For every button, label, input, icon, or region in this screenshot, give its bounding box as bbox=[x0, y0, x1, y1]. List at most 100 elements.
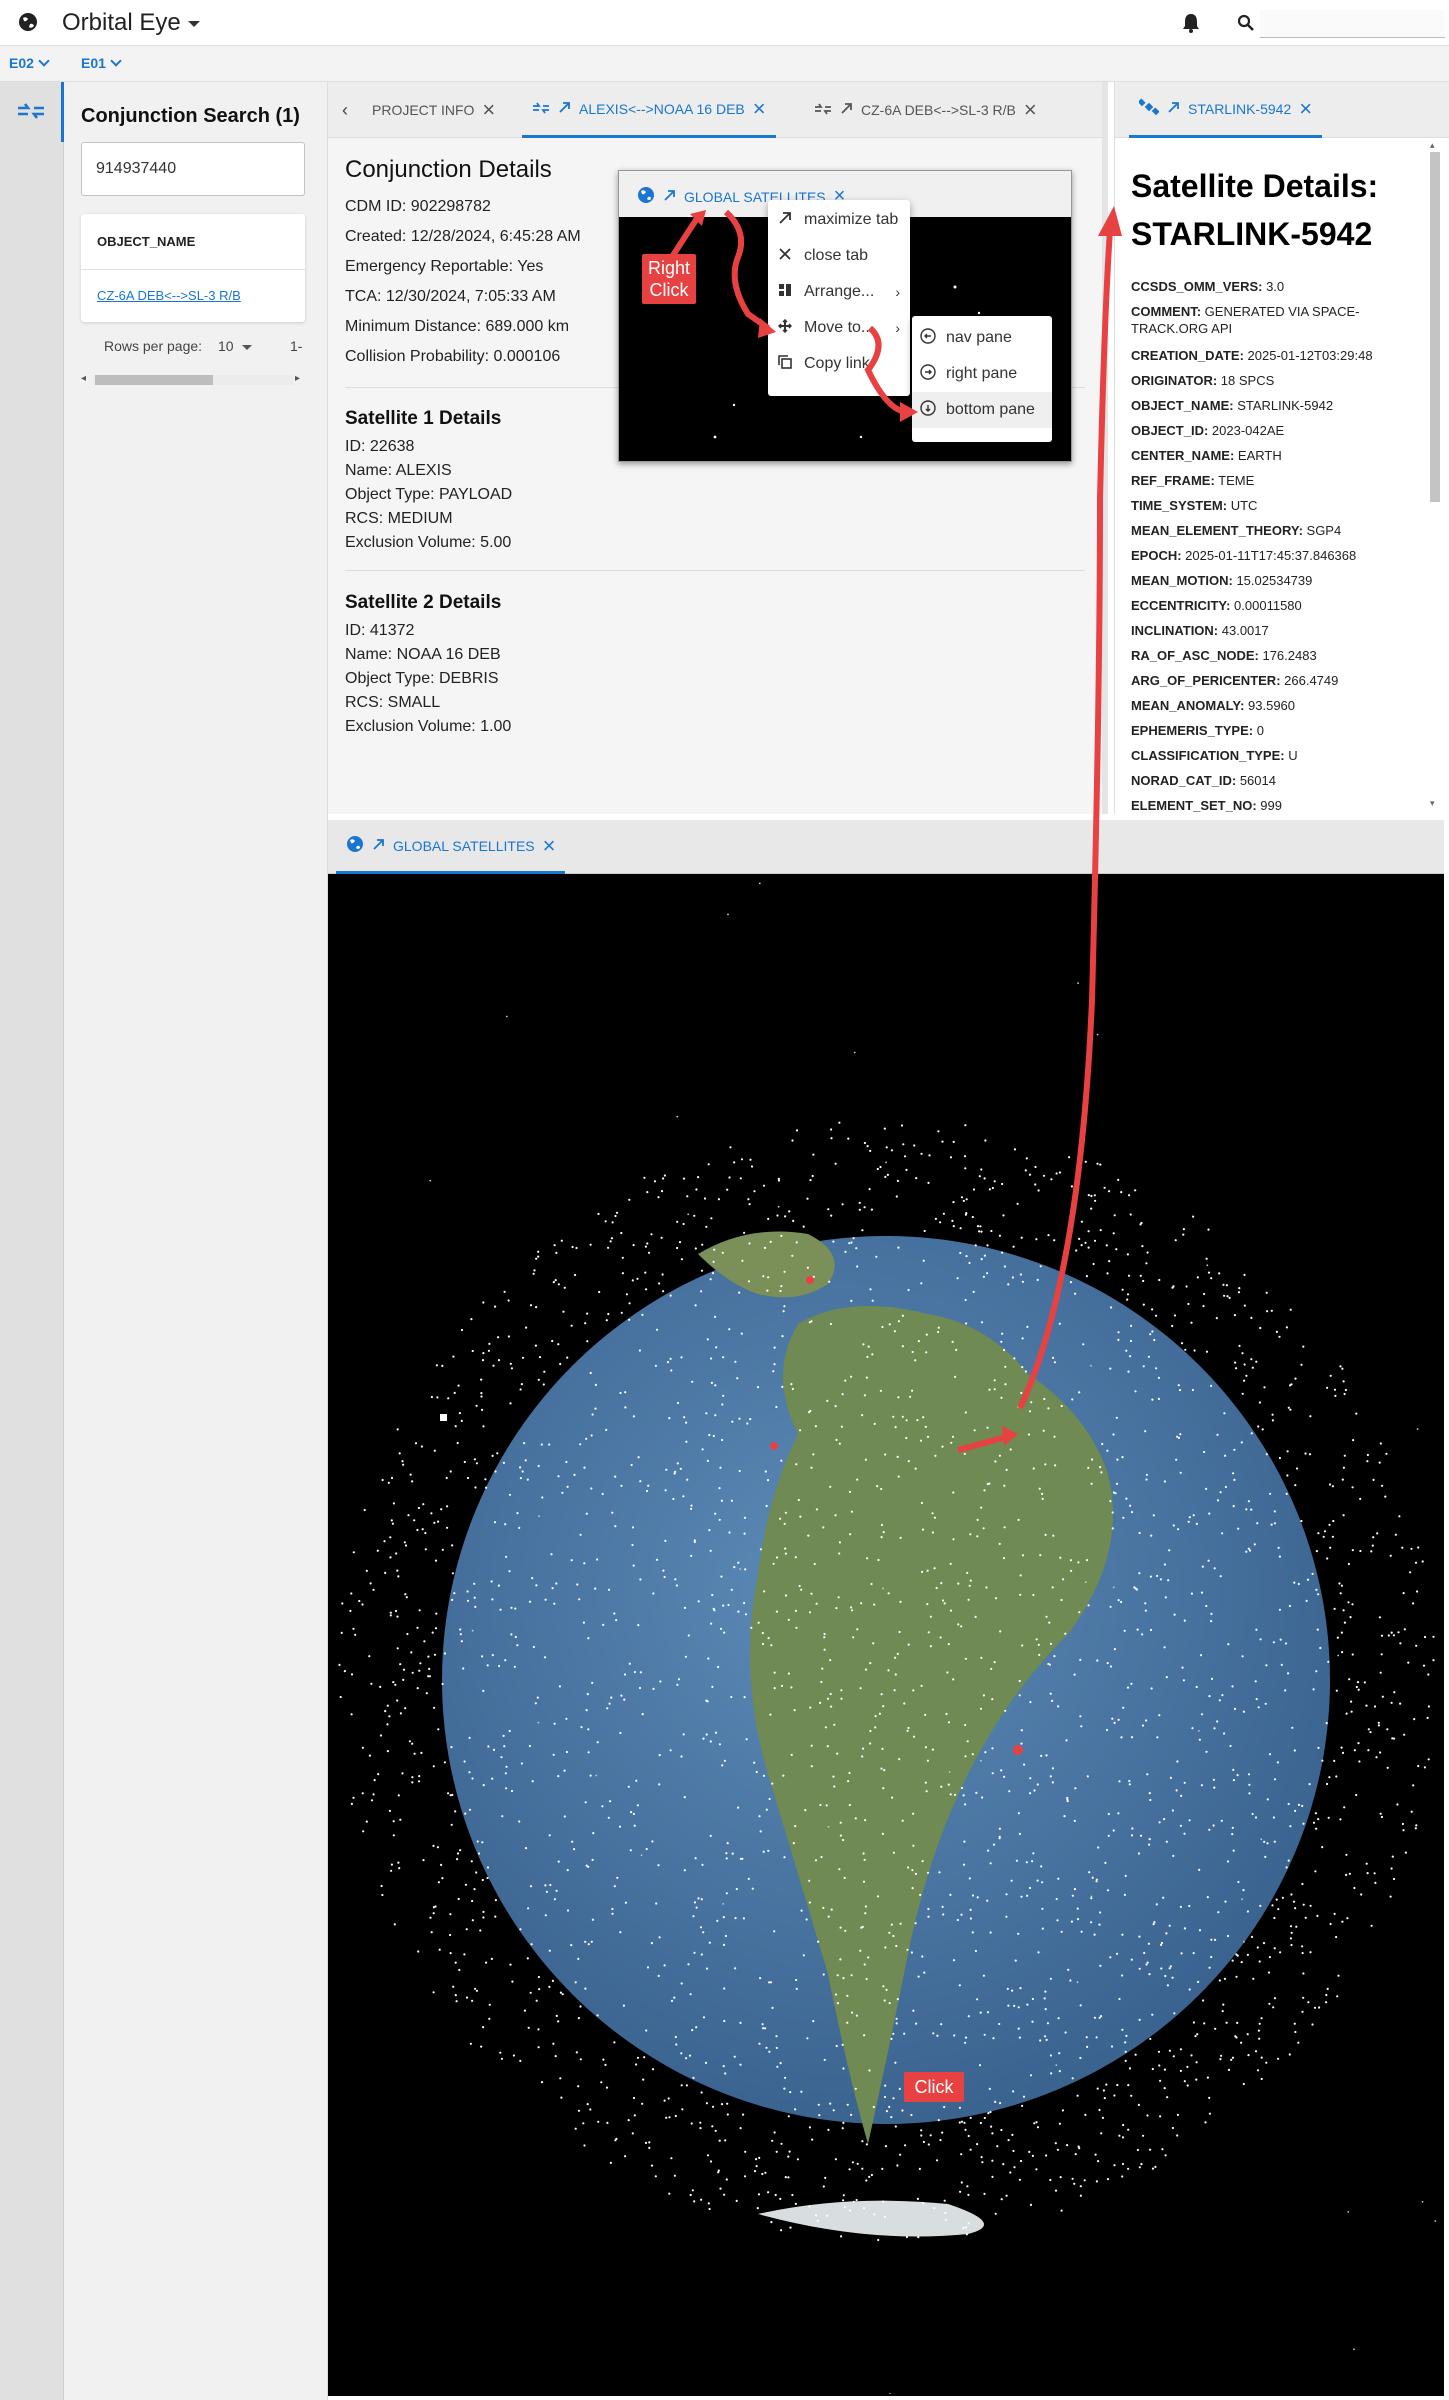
satellite-point bbox=[1410, 1810, 1413, 1813]
scroll-down-icon[interactable]: ▾ bbox=[1430, 798, 1435, 809]
satellite-point bbox=[1351, 1603, 1354, 1606]
satellite-point bbox=[896, 1455, 899, 1458]
satellite-point bbox=[1180, 1794, 1183, 1797]
satellite-point bbox=[887, 1669, 890, 1672]
submenu-item-nav-pane[interactable]: nav pane bbox=[912, 320, 1052, 356]
satellite-point bbox=[939, 1636, 942, 1639]
satellite-point bbox=[911, 1389, 914, 1392]
satellite-point bbox=[628, 1662, 631, 1665]
satellite-point bbox=[901, 1345, 905, 1348]
globe-canvas[interactable] bbox=[328, 874, 1444, 2394]
menu-item-copy-link[interactable]: Copy link bbox=[768, 346, 910, 382]
satellite-point bbox=[676, 1683, 679, 1686]
satellite-point bbox=[1287, 1802, 1290, 1806]
menu-item-close-tab[interactable]: close tab bbox=[768, 238, 910, 274]
close-icon[interactable]: × bbox=[1024, 99, 1037, 121]
menu-item-move-to[interactable]: Move to... › bbox=[768, 310, 910, 346]
app-title[interactable]: Orbital Eye bbox=[62, 9, 181, 37]
satellite-point bbox=[888, 1931, 891, 1934]
rows-per-page-select[interactable]: 10 bbox=[218, 338, 234, 354]
table-header-object-name[interactable]: OBJECT_NAME bbox=[81, 214, 305, 270]
satellite-point bbox=[1171, 1286, 1174, 1289]
tab-cz6a-sl3[interactable]: CZ-6A DEB<-->SL-3 R/B × bbox=[804, 82, 1047, 138]
vertical-scrollbar[interactable]: ▴ ▾ bbox=[1425, 140, 1445, 812]
satellite-point bbox=[695, 1188, 698, 1191]
satellite-point bbox=[980, 1759, 982, 1762]
scroll-up-icon[interactable]: ▴ bbox=[1430, 140, 1435, 151]
satellite-point bbox=[1421, 1560, 1424, 1563]
satellite-point bbox=[1153, 1338, 1156, 1342]
conjunction-icon[interactable] bbox=[16, 102, 46, 125]
satellite-point bbox=[784, 2076, 787, 2079]
external-link-icon[interactable] bbox=[840, 102, 853, 118]
satellite-point bbox=[1147, 1942, 1150, 1945]
satellite-point bbox=[733, 1566, 736, 1569]
scroll-thumb[interactable] bbox=[95, 375, 213, 385]
satellite-point bbox=[691, 1380, 694, 1383]
satellite-point bbox=[794, 1556, 797, 1559]
menu-item-arrange[interactable]: Arrange... › bbox=[768, 274, 910, 310]
bell-icon[interactable] bbox=[1181, 12, 1201, 39]
external-link-icon[interactable] bbox=[1167, 101, 1180, 117]
satellite-point bbox=[680, 1258, 683, 1261]
satellite-point bbox=[773, 1930, 776, 1933]
satellite-point bbox=[1343, 1806, 1346, 1809]
external-link-icon[interactable] bbox=[663, 189, 676, 205]
globe-icon[interactable] bbox=[18, 12, 38, 37]
close-icon[interactable]: × bbox=[1299, 97, 1312, 120]
satellite-point bbox=[1138, 1572, 1141, 1575]
env-selector-e01[interactable]: E01 bbox=[81, 55, 122, 71]
close-icon[interactable]: × bbox=[482, 99, 495, 121]
external-link-icon[interactable] bbox=[558, 101, 571, 117]
tab-starlink-5942[interactable]: STARLINK-5942 × bbox=[1129, 82, 1323, 138]
satellite-point bbox=[545, 1890, 548, 1893]
satellite-point bbox=[987, 2112, 990, 2115]
satellite-point bbox=[1043, 2035, 1047, 2038]
selected-satellite-starlink[interactable] bbox=[1013, 1745, 1023, 1755]
highlighted-satellite[interactable] bbox=[806, 1276, 814, 1284]
horizontal-scrollbar[interactable]: ◂ ▸ bbox=[81, 372, 305, 386]
close-icon[interactable]: × bbox=[753, 97, 766, 120]
satellite-point bbox=[939, 2139, 942, 2142]
external-link-icon[interactable] bbox=[372, 838, 385, 854]
satellite-point bbox=[557, 1343, 560, 1346]
satellite-point bbox=[537, 2028, 540, 2031]
search-icon[interactable] bbox=[1237, 14, 1255, 37]
satellite-point bbox=[814, 1425, 817, 1428]
satellite-point bbox=[582, 2122, 585, 2125]
satellite-point bbox=[680, 1755, 683, 1758]
tabs-scroll-left-icon[interactable]: ‹ bbox=[342, 100, 348, 121]
global-search-input[interactable] bbox=[1260, 10, 1445, 38]
submenu-item-bottom-pane[interactable]: bottom pane bbox=[912, 392, 1052, 428]
scroll-right-icon[interactable]: ▸ bbox=[295, 373, 300, 384]
rows-per-page-caret-icon[interactable] bbox=[242, 345, 252, 350]
satellite-point bbox=[730, 1588, 733, 1591]
satellite-point bbox=[838, 1868, 841, 1871]
conjunction-search-input[interactable] bbox=[81, 142, 305, 196]
env-selector-e02[interactable]: E02 bbox=[9, 55, 50, 71]
satellite-point bbox=[964, 1124, 967, 1127]
satellite-marker[interactable] bbox=[440, 1414, 447, 1421]
satellite-point bbox=[1055, 1897, 1058, 1901]
table-row-link[interactable]: CZ-6A DEB<-->SL-3 R/B bbox=[97, 288, 241, 303]
satellite-point bbox=[1325, 1782, 1329, 1786]
satellite-point bbox=[921, 1955, 924, 1958]
satellite-point bbox=[705, 1412, 708, 1415]
scroll-left-icon[interactable]: ◂ bbox=[81, 373, 86, 384]
tab-global-satellites[interactable]: GLOBAL SATELLITES × bbox=[336, 820, 566, 874]
satellite-point bbox=[1371, 1544, 1374, 1547]
close-icon[interactable]: × bbox=[543, 834, 556, 857]
tab-alexis-noaa[interactable]: ALEXIS<-->NOAA 16 DEB × bbox=[522, 82, 776, 138]
submenu-item-right-pane[interactable]: right pane bbox=[912, 356, 1052, 392]
satellite-point bbox=[365, 1569, 368, 1572]
satellite-point bbox=[1389, 1554, 1392, 1557]
app-menu-caret-icon[interactable] bbox=[188, 21, 200, 27]
satellite-point bbox=[1190, 1592, 1193, 1595]
scroll-thumb[interactable] bbox=[1430, 152, 1440, 502]
satellite-point bbox=[1224, 1900, 1227, 1903]
menu-item-maximize-tab[interactable]: maximize tab bbox=[768, 202, 910, 238]
satellite-field-key: ECCENTRICITY: bbox=[1131, 598, 1231, 613]
highlighted-satellite[interactable] bbox=[770, 1442, 778, 1450]
satellite-point bbox=[1321, 1846, 1324, 1849]
tab-project-info[interactable]: PROJECT INFO × bbox=[362, 82, 505, 138]
